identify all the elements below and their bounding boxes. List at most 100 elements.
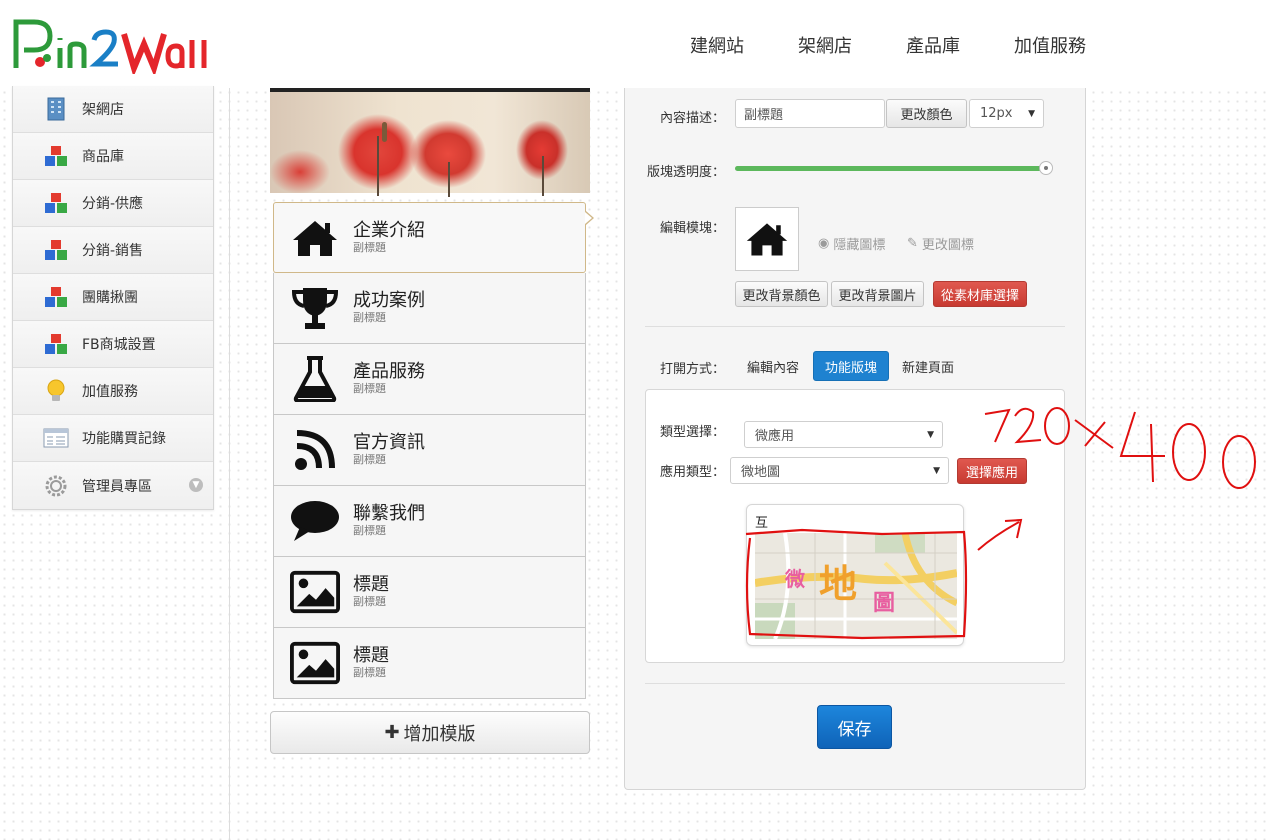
- logo[interactable]: [12, 14, 212, 77]
- list-item-title: 官方資訊: [353, 432, 425, 453]
- app-type-select[interactable]: 微地圖 ▼: [730, 457, 949, 484]
- desc-label: 內容描述：: [660, 111, 726, 126]
- banner-image: [270, 88, 590, 197]
- list-item-subtitle: 副標題: [353, 311, 386, 324]
- sidebar-item-label: 分銷-供應: [82, 196, 144, 212]
- image-icon: [290, 640, 340, 686]
- blocks-icon: [43, 144, 69, 168]
- change-bg-color-button[interactable]: 更改背景顏色: [735, 281, 828, 307]
- hide-icon-link[interactable]: ◉ 隱藏圖標: [818, 234, 885, 253]
- list-item[interactable]: 產品服務 副標題: [273, 344, 586, 415]
- blocks-icon: [43, 332, 69, 356]
- from-material-button[interactable]: 從素材庫選擇: [933, 281, 1027, 307]
- nav-build-shop[interactable]: 架網店: [798, 32, 852, 58]
- type-select[interactable]: 微應用 ▼: [744, 421, 943, 448]
- red-annotation-box: [745, 528, 968, 640]
- rss-icon: [290, 427, 340, 473]
- sidebar-item-label: 管理員專區: [82, 478, 152, 495]
- caret-down-icon: ▼: [1028, 108, 1035, 119]
- list-item[interactable]: 成功案例 副標題: [273, 273, 586, 344]
- sidebar-item-products[interactable]: 商品庫: [13, 133, 213, 180]
- tab-new-page[interactable]: 新建頁面: [897, 351, 959, 381]
- list-item[interactable]: 企業介紹 副標題: [273, 202, 594, 273]
- save-button[interactable]: 保存: [817, 705, 892, 749]
- sidebar-item-label: 架網店: [82, 102, 124, 118]
- sidebar-item-dist-sales[interactable]: 分銷-銷售: [13, 227, 213, 274]
- sidebar-item-group-buy[interactable]: 團購揪團: [13, 274, 213, 321]
- list-item-subtitle: 副標題: [353, 595, 386, 608]
- blocks-icon: [43, 285, 69, 309]
- sidebar-item-label: 功能購買記錄: [82, 431, 166, 447]
- comment-icon: [290, 498, 340, 544]
- app-type-value: 微地圖: [741, 465, 781, 480]
- edit-block-label: 編輯模塊：: [660, 221, 726, 236]
- sidebar-item-label: 商品庫: [82, 149, 124, 165]
- sidebar-item-shop[interactable]: 架網店: [13, 86, 213, 133]
- flask-icon: [290, 356, 340, 402]
- list-item-subtitle: 副標題: [353, 382, 386, 395]
- font-size-select[interactable]: 12px ▼: [969, 99, 1044, 128]
- list-item-subtitle: 副標題: [353, 240, 386, 254]
- list-item-title: 產品服務: [353, 361, 425, 382]
- sidebar-item-label: 分銷-銷售: [82, 243, 144, 259]
- divider: [645, 683, 1065, 684]
- sidebar-item-label: FB商城設置: [82, 337, 156, 353]
- chevron-down-icon[interactable]: ▼: [189, 478, 203, 492]
- change-icon-link[interactable]: ✎ 更改圖標: [907, 234, 974, 253]
- change-bg-image-button[interactable]: 更改背景圖片: [831, 281, 924, 307]
- list-item[interactable]: 標題 副標題: [273, 628, 586, 699]
- list-item-subtitle: 副標題: [353, 453, 386, 466]
- font-size-value: 12px: [980, 106, 1013, 121]
- list-item-title: 聯繫我們: [353, 503, 425, 524]
- list-window-icon: [43, 426, 69, 450]
- lightbulb-icon: [43, 379, 69, 403]
- sidebar-item-label: 加值服務: [82, 384, 138, 400]
- change-icon-label: 更改圖標: [921, 238, 974, 253]
- divider: [645, 326, 1065, 327]
- type-select-value: 微應用: [755, 429, 795, 444]
- blocks-icon: [43, 191, 69, 215]
- home-icon: [746, 223, 788, 256]
- list-item-title: 成功案例: [353, 290, 425, 311]
- template-list: 企業介紹 副標題 成功案例 副標題 產品服務 副標題 官方資訊 副標題 聯繫我們…: [273, 202, 594, 699]
- tab-edit-content[interactable]: 編輯內容: [742, 351, 804, 381]
- list-item-title: 企業介紹: [353, 219, 425, 241]
- list-item-title: 標題: [353, 574, 389, 595]
- caret-down-icon: ▼: [933, 465, 940, 476]
- pointer-arrow: [585, 211, 594, 225]
- opacity-slider-handle[interactable]: [1039, 161, 1053, 175]
- top-nav: 建網站 架網店 產品庫 加值服務: [690, 32, 1086, 58]
- block-icon-preview[interactable]: [735, 207, 799, 271]
- list-item[interactable]: 標題 副標題: [273, 557, 586, 628]
- list-item[interactable]: 官方資訊 副標題: [273, 415, 586, 486]
- plus-icon: ✚: [384, 722, 400, 743]
- list-item-title: 標題: [353, 645, 389, 666]
- eye-icon: ◉: [818, 236, 830, 251]
- sidebar-item-dist-supply[interactable]: 分銷-供應: [13, 180, 213, 227]
- opacity-slider[interactable]: [735, 166, 1048, 171]
- change-color-button[interactable]: 更改顏色: [886, 99, 967, 128]
- hide-icon-label: 隱藏圖標: [833, 238, 886, 253]
- sidebar-item-admin[interactable]: 管理員專區 ▼: [13, 462, 213, 509]
- building-icon: [43, 97, 69, 121]
- sidebar-item-purchase-records[interactable]: 功能購買記錄: [13, 415, 213, 462]
- opacity-label: 版塊透明度：: [647, 165, 726, 180]
- desc-input[interactable]: 副標題: [735, 99, 885, 128]
- trophy-icon: [290, 285, 340, 331]
- caret-down-icon: ▼: [927, 429, 934, 440]
- tab-function-block[interactable]: 功能版塊: [813, 351, 889, 381]
- red-annotation-text: [977, 407, 1256, 551]
- gear-icon: [43, 474, 69, 498]
- list-item[interactable]: 聯繫我們 副標題: [273, 486, 586, 557]
- sidebar-item-value-added[interactable]: 加值服務: [13, 368, 213, 415]
- list-item-subtitle: 副標題: [353, 524, 386, 537]
- add-template-button[interactable]: ✚ 增加模版: [270, 711, 590, 754]
- type-select-label: 類型選擇：: [660, 425, 726, 440]
- nav-product-library[interactable]: 產品庫: [906, 32, 960, 58]
- list-item-subtitle: 副標題: [353, 666, 386, 679]
- opacity-slider-fill: [735, 166, 1048, 171]
- nav-build-site[interactable]: 建網站: [690, 32, 744, 58]
- nav-value-added[interactable]: 加值服務: [1014, 32, 1086, 58]
- open-mode-label: 打開方式：: [660, 362, 726, 377]
- sidebar-item-fb-mall[interactable]: FB商城設置: [13, 321, 213, 368]
